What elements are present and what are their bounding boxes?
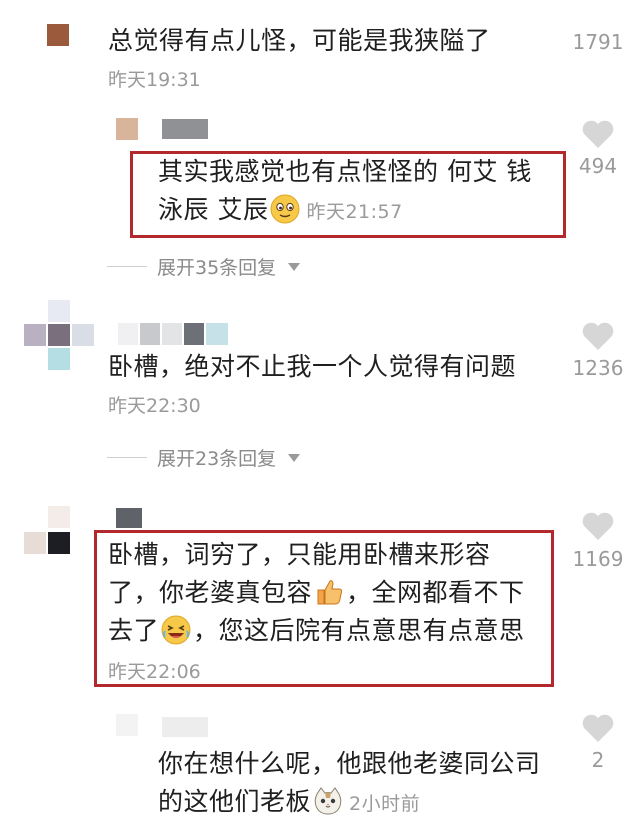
avatar[interactable] xyxy=(24,506,74,556)
avatar-pixel xyxy=(24,324,46,346)
avatar-pixel xyxy=(72,324,94,346)
avatar-pixel xyxy=(48,506,70,528)
comment-text: 总觉得有点儿怪，可能是我狭隘了 xyxy=(108,26,491,55)
avatar-pixel xyxy=(48,324,70,346)
reply-text-line2-label: 泳辰 艾辰 xyxy=(158,195,269,224)
username-pixel xyxy=(184,323,204,345)
expand-replies-button[interactable]: 展开35条回复 xyxy=(107,253,301,280)
username-pixel xyxy=(140,323,160,345)
divider-line xyxy=(107,457,147,458)
comment-text-line3: 去了 ，您这后院有点意思有点意思 xyxy=(108,612,525,650)
avatar-pixel xyxy=(48,300,70,322)
divider-line xyxy=(107,266,147,267)
heart-icon[interactable] xyxy=(581,510,615,542)
reply-text-line2-label: 的这他们老板 xyxy=(158,787,312,816)
expand-replies-label: 展开23条回复 xyxy=(157,448,277,470)
comment-text-line2: 了，你老婆真包容 ，全网都看不下 xyxy=(108,574,525,612)
username-pixel xyxy=(162,323,182,345)
username-pixel xyxy=(118,323,138,345)
reply-text-line2: 泳辰 艾辰 昨天21:57 xyxy=(158,191,403,231)
comment-text-line2a: 了，你老婆真包容 xyxy=(108,578,313,607)
comment-text: 卧槽，绝对不止我一个人觉得有问题 xyxy=(108,352,517,381)
comment-time: 昨天19:31 xyxy=(108,69,201,91)
chevron-down-icon xyxy=(288,453,301,462)
username-pixel xyxy=(206,323,228,345)
smiling-face-emoji xyxy=(270,194,300,224)
expand-replies-button[interactable]: 展开23条回复 xyxy=(107,444,301,471)
avatar[interactable] xyxy=(24,300,94,370)
like-count: 494 xyxy=(578,154,618,178)
heart-icon[interactable] xyxy=(581,118,615,150)
avatar-pixel xyxy=(48,532,70,554)
comment-text-line3b: ，您这后院有点意思有点意思 xyxy=(193,616,525,645)
expand-replies-label: 展开35条回复 xyxy=(157,257,277,279)
laughing-face-emoji xyxy=(161,615,191,645)
avatar-pixel xyxy=(24,532,46,554)
like-count: 1236 xyxy=(572,356,624,380)
like-count: 1791 xyxy=(572,30,624,54)
heart-icon[interactable] xyxy=(581,320,615,352)
avatar-pixel xyxy=(48,348,70,370)
comment-time: 昨天22:30 xyxy=(108,395,201,417)
reply-text: 其实我感觉也有点怪怪的 何艾 钱 xyxy=(158,153,532,191)
like-count: 1169 xyxy=(572,547,624,571)
comment-text-line2b: ，全网都看不下 xyxy=(346,578,525,607)
reply-time: 2小时前 xyxy=(349,793,421,815)
reply-text-line1: 你在想什么呢，他跟他老婆同公司 xyxy=(158,749,541,778)
like-count: 2 xyxy=(591,748,605,772)
chevron-down-icon xyxy=(288,262,301,271)
reply-text-line2: 的这他们老板 2小时前 xyxy=(158,783,420,823)
avatar[interactable] xyxy=(116,118,138,140)
comment-text-line3a: 去了 xyxy=(108,616,160,645)
heart-icon[interactable] xyxy=(581,712,615,744)
avatar[interactable] xyxy=(47,24,69,46)
comment-text-line1: 卧槽，词穷了，只能用卧槽来形容 xyxy=(108,540,491,569)
username-block[interactable] xyxy=(162,119,208,139)
username-block[interactable] xyxy=(162,717,208,737)
username-block[interactable] xyxy=(118,323,230,345)
reply-time: 昨天21:57 xyxy=(306,201,403,223)
cat-face-emoji xyxy=(314,787,342,815)
avatar[interactable] xyxy=(116,714,138,736)
reply-text-line1: 其实我感觉也有点怪怪的 何艾 钱 xyxy=(158,157,532,186)
thumbs-up-emoji xyxy=(317,580,343,605)
username-block[interactable] xyxy=(116,508,142,528)
comment-time: 昨天22:06 xyxy=(108,661,201,683)
